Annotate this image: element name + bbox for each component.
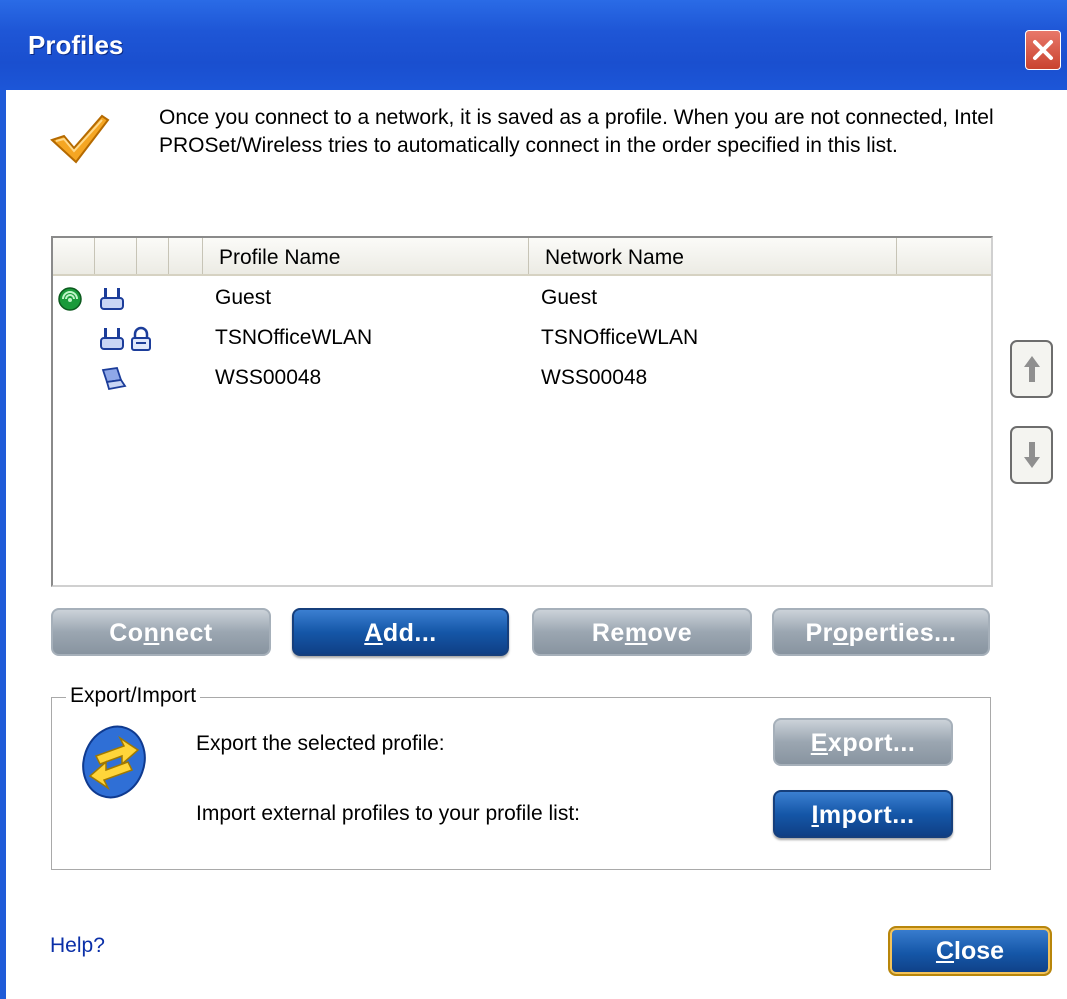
add-button[interactable]: Add...: [292, 608, 509, 656]
table-row[interactable]: TSNOfficeWLAN TSNOfficeWLAN: [53, 322, 991, 362]
close-icon: [1033, 40, 1053, 60]
close-window-button[interactable]: [1025, 30, 1061, 70]
profile-name-cell: TSNOfficeWLAN: [215, 326, 373, 349]
connect-button[interactable]: Connect: [51, 608, 271, 656]
export-button[interactable]: Export...: [773, 718, 953, 766]
intro-text: Once you connect to a network, it is sav…: [159, 106, 994, 157]
table-row[interactable]: Guest Guest: [53, 282, 991, 322]
arrow-up-icon: [1024, 356, 1040, 382]
title-bar: Profiles: [0, 0, 1067, 90]
network-name-cell: Guest: [541, 286, 598, 309]
move-down-button[interactable]: [1010, 426, 1053, 484]
table-row[interactable]: WSS00048 WSS00048: [53, 362, 991, 402]
header-filler: [897, 238, 993, 274]
header-security-col[interactable]: [137, 238, 169, 274]
import-description: Import external profiles to your profile…: [196, 802, 580, 825]
access-point-icon: [97, 326, 127, 358]
access-point-icon: [97, 286, 127, 318]
sync-arrows-icon: [76, 722, 152, 807]
move-up-button[interactable]: [1010, 340, 1053, 398]
profiles-list[interactable]: Profile Name Network Name Guest Guest TS…: [51, 236, 993, 587]
list-header: Profile Name Network Name: [53, 238, 991, 276]
remove-button[interactable]: Remove: [532, 608, 752, 656]
adhoc-laptop-icon: [97, 366, 127, 398]
profiles-dialog: Profiles Once you connect to a network, …: [0, 0, 1067, 999]
lock-icon: [129, 326, 153, 358]
connected-globe-icon: [57, 286, 83, 318]
import-button[interactable]: Import...: [773, 790, 953, 838]
checkmark-icon: [48, 110, 112, 171]
header-type-col[interactable]: [95, 238, 137, 274]
header-status-col[interactable]: [53, 238, 95, 274]
help-link[interactable]: Help?: [50, 934, 105, 958]
header-profile-name[interactable]: Profile Name: [203, 238, 529, 274]
export-description: Export the selected profile:: [196, 732, 445, 755]
network-name-cell: WSS00048: [541, 366, 648, 389]
profile-name-cell: WSS00048: [215, 366, 322, 389]
profile-name-cell: Guest: [215, 286, 272, 309]
arrow-down-icon: [1024, 442, 1040, 468]
window-title: Profiles: [28, 30, 124, 60]
close-button[interactable]: Close: [888, 926, 1052, 976]
header-extra-col[interactable]: [169, 238, 203, 274]
properties-button[interactable]: Properties...: [772, 608, 990, 656]
header-network-name[interactable]: Network Name: [529, 238, 897, 274]
export-import-legend: Export/Import: [66, 684, 201, 708]
network-name-cell: TSNOfficeWLAN: [541, 326, 699, 349]
